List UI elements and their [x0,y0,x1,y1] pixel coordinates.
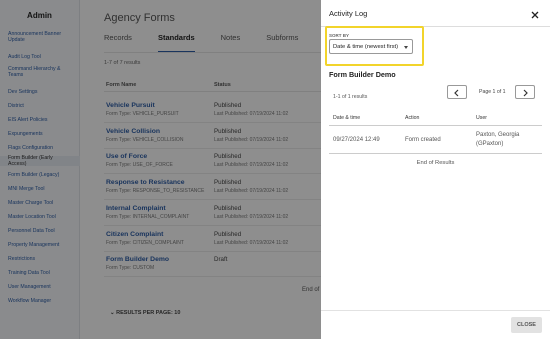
dialog-title: Activity Log [329,9,368,18]
sort-select-value: Date & time (newest first) [333,44,399,50]
activity-table-header: Date & time Action User [329,112,542,126]
activity-log-panel: Activity Log SORT BY Date & time (newest… [321,0,550,339]
page-indicator: Page 1 of 1 [479,89,506,95]
caret-down-icon [404,46,408,49]
close-button[interactable]: CLOSE [511,317,542,333]
sort-by-label: SORT BY [329,33,350,38]
table-row: 09/27/2024 12:49 Form created Paxton, Ge… [329,128,542,154]
pager-result-count: 1-1 of 1 results [333,94,368,100]
chevron-left-icon [454,89,459,97]
previous-page-button[interactable] [447,85,467,99]
column-action: Action [405,115,420,121]
activity-user-id: (GPaxton) [476,141,504,147]
dialog-footer-divider [321,310,550,311]
activity-action: Form created [405,137,441,143]
close-icon[interactable] [530,7,540,19]
column-date-time: Date & time [333,115,361,121]
next-page-button[interactable] [515,85,535,99]
end-of-results-text: End of Results [416,160,455,166]
activity-datetime: 09/27/2024 12:49 [333,137,380,143]
form-title: Form Builder Demo [329,70,396,79]
sort-select[interactable]: Date & time (newest first) [329,39,413,54]
column-user: User [476,115,487,121]
activity-user-name: Paxton, Georgia [476,132,520,138]
chevron-right-icon [523,89,528,97]
